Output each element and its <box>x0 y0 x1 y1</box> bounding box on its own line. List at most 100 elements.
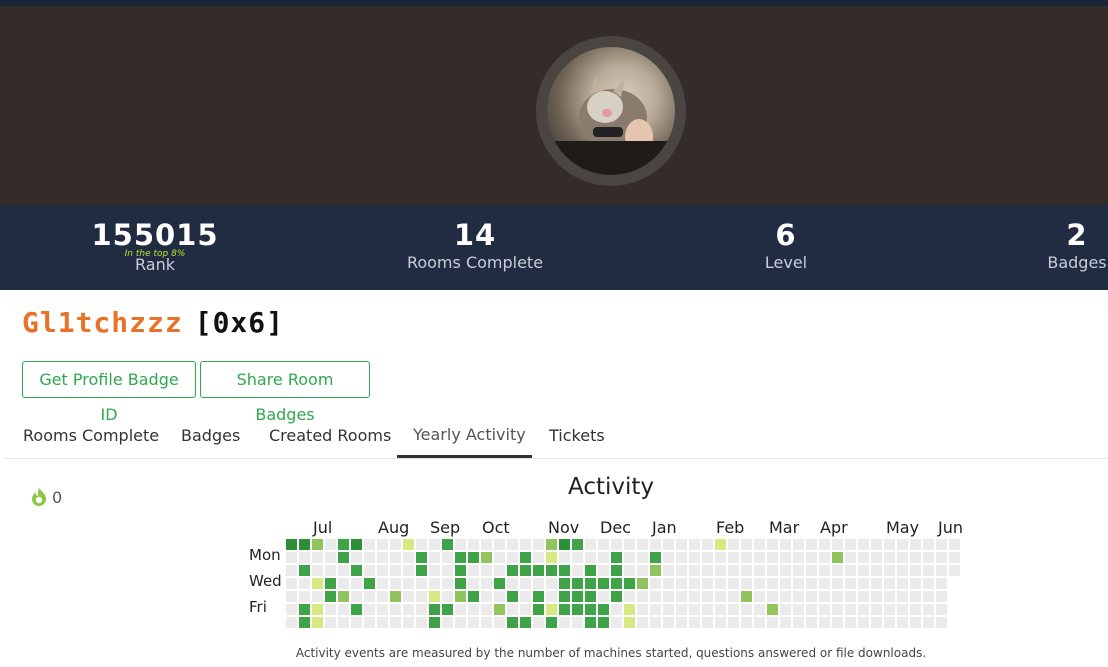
activity-day-cell[interactable] <box>845 604 856 615</box>
activity-day-cell[interactable] <box>390 565 401 576</box>
activity-day-cell[interactable] <box>637 552 648 563</box>
activity-day-cell[interactable] <box>884 604 895 615</box>
activity-day-cell[interactable] <box>780 565 791 576</box>
activity-day-cell[interactable] <box>338 591 349 602</box>
tab-badges[interactable]: Badges <box>181 414 240 458</box>
activity-day-cell[interactable] <box>585 565 596 576</box>
activity-day-cell[interactable] <box>325 604 336 615</box>
activity-day-cell[interactable] <box>650 578 661 589</box>
activity-day-cell[interactable] <box>481 591 492 602</box>
activity-day-cell[interactable] <box>455 552 466 563</box>
activity-day-cell[interactable] <box>858 617 869 628</box>
activity-day-cell[interactable] <box>689 578 700 589</box>
activity-day-cell[interactable] <box>455 591 466 602</box>
activity-day-cell[interactable] <box>442 604 453 615</box>
activity-day-cell[interactable] <box>611 578 622 589</box>
activity-day-cell[interactable] <box>949 552 960 563</box>
activity-day-cell[interactable] <box>442 591 453 602</box>
activity-day-cell[interactable] <box>442 578 453 589</box>
activity-day-cell[interactable] <box>871 539 882 550</box>
activity-day-cell[interactable] <box>507 591 518 602</box>
activity-day-cell[interactable] <box>780 604 791 615</box>
activity-day-cell[interactable] <box>299 578 310 589</box>
activity-day-cell[interactable] <box>598 565 609 576</box>
activity-day-cell[interactable] <box>624 552 635 563</box>
activity-day-cell[interactable] <box>793 591 804 602</box>
activity-day-cell[interactable] <box>611 591 622 602</box>
activity-day-cell[interactable] <box>663 539 674 550</box>
activity-day-cell[interactable] <box>468 591 479 602</box>
activity-day-cell[interactable] <box>858 591 869 602</box>
activity-day-cell[interactable] <box>390 617 401 628</box>
activity-day-cell[interactable] <box>806 578 817 589</box>
activity-day-cell[interactable] <box>494 604 505 615</box>
activity-day-cell[interactable] <box>819 617 830 628</box>
activity-day-cell[interactable] <box>845 591 856 602</box>
activity-day-cell[interactable] <box>520 552 531 563</box>
activity-day-cell[interactable] <box>364 578 375 589</box>
activity-day-cell[interactable] <box>715 552 726 563</box>
activity-day-cell[interactable] <box>650 617 661 628</box>
activity-day-cell[interactable] <box>910 591 921 602</box>
activity-day-cell[interactable] <box>559 539 570 550</box>
activity-day-cell[interactable] <box>624 604 635 615</box>
activity-day-cell[interactable] <box>468 604 479 615</box>
activity-day-cell[interactable] <box>676 617 687 628</box>
activity-day-cell[interactable] <box>520 539 531 550</box>
activity-day-cell[interactable] <box>858 604 869 615</box>
activity-day-cell[interactable] <box>598 578 609 589</box>
activity-day-cell[interactable] <box>715 617 726 628</box>
activity-day-cell[interactable] <box>884 578 895 589</box>
activity-day-cell[interactable] <box>793 604 804 615</box>
activity-day-cell[interactable] <box>390 591 401 602</box>
activity-day-cell[interactable] <box>702 604 713 615</box>
activity-day-cell[interactable] <box>520 591 531 602</box>
activity-day-cell[interactable] <box>689 565 700 576</box>
activity-day-cell[interactable] <box>780 617 791 628</box>
activity-day-cell[interactable] <box>780 539 791 550</box>
activity-day-cell[interactable] <box>936 617 947 628</box>
activity-day-cell[interactable] <box>286 591 297 602</box>
activity-day-cell[interactable] <box>351 552 362 563</box>
activity-day-cell[interactable] <box>286 552 297 563</box>
activity-day-cell[interactable] <box>481 539 492 550</box>
activity-day-cell[interactable] <box>897 565 908 576</box>
activity-day-cell[interactable] <box>819 552 830 563</box>
activity-day-cell[interactable] <box>650 591 661 602</box>
activity-day-cell[interactable] <box>845 565 856 576</box>
activity-day-cell[interactable] <box>858 552 869 563</box>
activity-day-cell[interactable] <box>377 539 388 550</box>
activity-day-cell[interactable] <box>702 552 713 563</box>
activity-day-cell[interactable] <box>637 591 648 602</box>
activity-day-cell[interactable] <box>312 552 323 563</box>
activity-day-cell[interactable] <box>559 617 570 628</box>
activity-day-cell[interactable] <box>767 578 778 589</box>
activity-day-cell[interactable] <box>910 604 921 615</box>
activity-day-cell[interactable] <box>780 552 791 563</box>
activity-day-cell[interactable] <box>572 565 583 576</box>
activity-day-cell[interactable] <box>754 539 765 550</box>
activity-day-cell[interactable] <box>572 552 583 563</box>
activity-day-cell[interactable] <box>845 578 856 589</box>
activity-day-cell[interactable] <box>442 552 453 563</box>
activity-day-cell[interactable] <box>546 552 557 563</box>
activity-day-cell[interactable] <box>819 604 830 615</box>
activity-day-cell[interactable] <box>871 552 882 563</box>
activity-day-cell[interactable] <box>897 578 908 589</box>
activity-day-cell[interactable] <box>377 604 388 615</box>
share-room-badges-button[interactable]: Share Room Badges <box>200 361 370 424</box>
activity-day-cell[interactable] <box>325 591 336 602</box>
activity-day-cell[interactable] <box>611 565 622 576</box>
activity-day-cell[interactable] <box>481 604 492 615</box>
activity-day-cell[interactable] <box>299 565 310 576</box>
activity-day-cell[interactable] <box>806 591 817 602</box>
activity-day-cell[interactable] <box>715 539 726 550</box>
activity-day-cell[interactable] <box>429 591 440 602</box>
activity-day-cell[interactable] <box>481 617 492 628</box>
activity-day-cell[interactable] <box>897 552 908 563</box>
activity-day-cell[interactable] <box>572 591 583 602</box>
activity-day-cell[interactable] <box>910 539 921 550</box>
activity-day-cell[interactable] <box>455 617 466 628</box>
activity-day-cell[interactable] <box>663 578 674 589</box>
activity-day-cell[interactable] <box>507 617 518 628</box>
